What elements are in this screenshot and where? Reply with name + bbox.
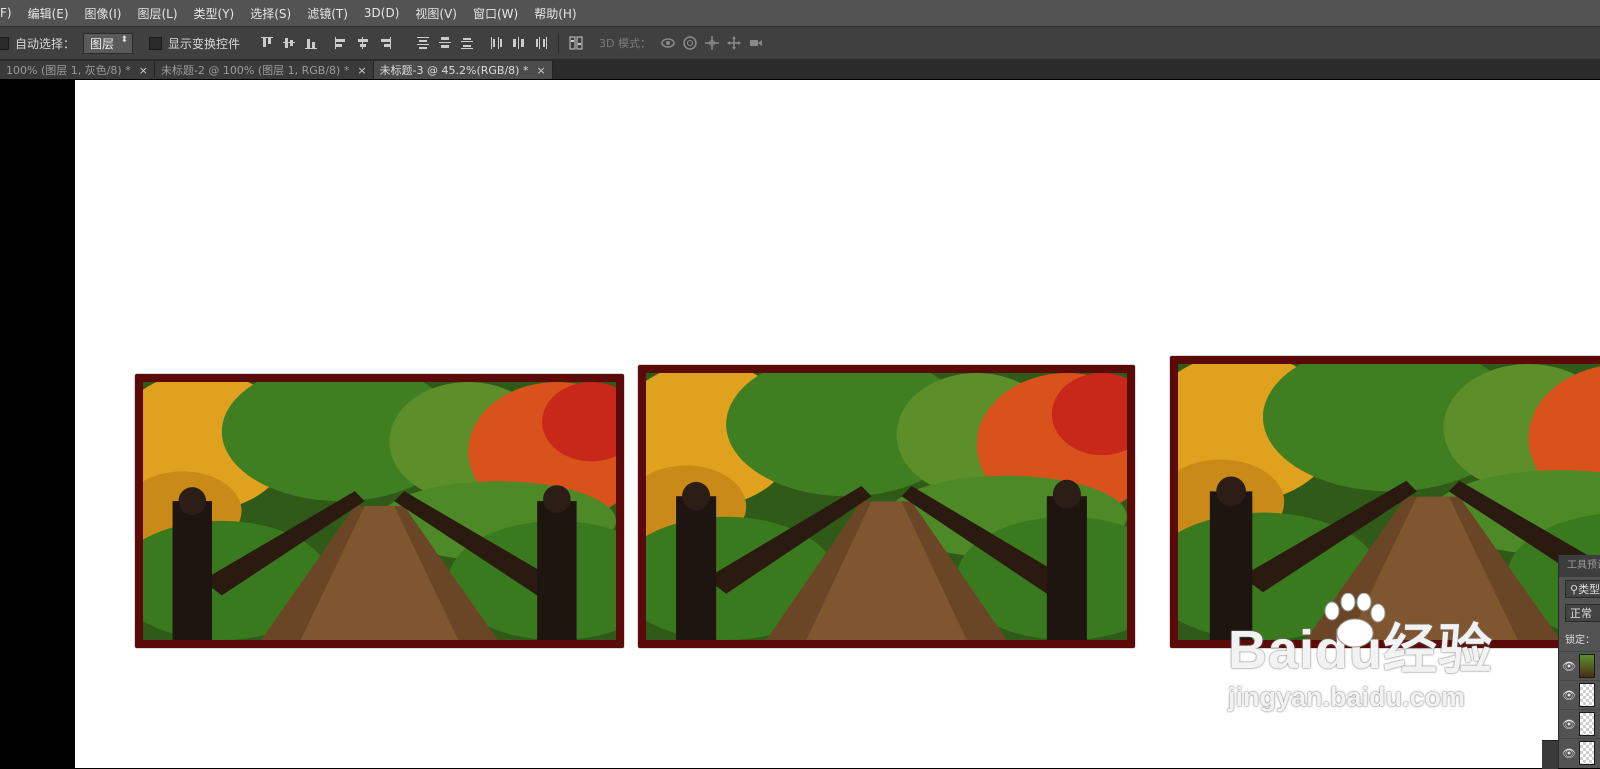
photo-frame-1[interactable] [135, 374, 624, 648]
filter-kind-label: 类型 [1578, 583, 1600, 596]
menu-help[interactable]: 帮助(H) [526, 5, 584, 22]
auto-select-dropdown[interactable]: 图层 [83, 32, 134, 54]
menu-image[interactable]: 图像(I) [77, 5, 130, 22]
tab-label: 100% (图层 1, 灰色/8) * [6, 64, 131, 77]
watermark-url: jingyan.baidu.com [1228, 682, 1466, 712]
3d-mode-label: 3D 模式： [599, 37, 652, 50]
bridge-photo [1178, 364, 1600, 640]
distribute-top-icon[interactable] [412, 32, 434, 54]
search-icon: ⚲ [1570, 582, 1579, 596]
close-icon[interactable]: × [139, 64, 148, 77]
align-bottom-icon[interactable] [300, 32, 322, 54]
3d-slide-icon[interactable] [723, 32, 745, 54]
options-bar: 自动选择： 图层 显示变换控件 3D 模式： [0, 27, 1600, 60]
tab-document-1[interactable]: 100% (图层 1, 灰色/8) * × [0, 61, 155, 79]
menu-filter[interactable]: 滤镜(T) [299, 5, 356, 22]
auto-select-checkbox[interactable] [0, 36, 9, 50]
menu-3d[interactable]: 3D(D) [356, 6, 407, 20]
tab-document-3[interactable]: 未标题-3 @ 45.2%(RGB/8) * × [373, 61, 553, 79]
layer-filter-search[interactable]: ⚲ 类型 [1565, 580, 1600, 598]
align-top-icon[interactable] [256, 32, 278, 54]
3d-pan-icon[interactable] [701, 32, 723, 54]
distribute-right-icon[interactable] [530, 32, 552, 54]
layer-thumbnail [1579, 683, 1595, 707]
distribute-vcenter-icon[interactable] [434, 32, 456, 54]
document-tabs: 100% (图层 1, 灰色/8) * × 未标题-2 @ 100% (图层 1… [0, 60, 1600, 79]
layer-row[interactable]: 👁 [1559, 651, 1600, 680]
close-icon[interactable]: × [536, 64, 545, 77]
layer-thumbnail [1579, 741, 1595, 765]
baidu-watermark: Baidu经验 jingyan.baidu.com [1228, 593, 1493, 713]
3d-roll-icon[interactable] [679, 32, 701, 54]
distribute-left-icon[interactable] [486, 32, 508, 54]
distribute-hcenter-icon[interactable] [508, 32, 530, 54]
eye-icon[interactable]: 👁 [1559, 747, 1579, 760]
align-right-icon[interactable] [374, 32, 396, 54]
auto-select-label: 自动选择： [15, 36, 76, 51]
menu-bar: F) 编辑(E) 图像(I) 图层(L) 类型(Y) 选择(S) 滤镜(T) 3… [0, 0, 1600, 27]
layer-row[interactable]: 👁 [1559, 680, 1600, 709]
distribute-bottom-icon[interactable] [456, 32, 478, 54]
eye-icon[interactable]: 👁 [1559, 718, 1579, 731]
bridge-photo [143, 382, 616, 640]
close-icon[interactable]: × [357, 64, 366, 77]
menu-view[interactable]: 视图(V) [407, 5, 465, 22]
layer-thumbnail [1579, 712, 1595, 736]
3d-camera-icon[interactable] [745, 32, 767, 54]
menu-file[interactable]: F) [0, 6, 20, 20]
menu-window[interactable]: 窗口(W) [465, 5, 526, 22]
photo-frame-2[interactable] [638, 365, 1135, 648]
tab-document-2[interactable]: 未标题-2 @ 100% (图层 1, RGB/8) * × [154, 61, 374, 79]
auto-align-icon[interactable] [565, 32, 587, 54]
layer-row[interactable]: 👁 [1559, 738, 1600, 767]
menu-select[interactable]: 选择(S) [242, 5, 299, 22]
eye-icon[interactable]: 👁 [1559, 660, 1579, 673]
lock-label: 锁定： [1565, 634, 1595, 646]
align-hcenter-icon[interactable] [352, 32, 374, 54]
show-transform-label: 显示变换控件 [168, 36, 241, 51]
menu-edit[interactable]: 编辑(E) [20, 5, 77, 22]
menu-layer[interactable]: 图层(L) [129, 5, 185, 22]
panel-header[interactable]: 工具预设 [1559, 555, 1600, 577]
tab-label: 未标题-2 @ 100% (图层 1, RGB/8) * [160, 64, 350, 77]
layers-panel: 工具预设 ⚲类型 正常 锁定： 👁 👁 👁 👁 [1558, 555, 1600, 768]
tab-label: 未标题-3 @ 45.2%(RGB/8) * [379, 64, 529, 77]
show-transform-checkbox[interactable] [149, 36, 163, 50]
eye-icon[interactable]: 👁 [1559, 689, 1579, 702]
paw-icon [1324, 593, 1386, 648]
blend-mode-select[interactable]: 正常 [1565, 604, 1600, 622]
layer-row[interactable]: 👁 [1559, 709, 1600, 738]
align-vcenter-icon[interactable] [278, 32, 300, 54]
layer-thumbnail [1579, 654, 1595, 678]
panel-collapse-strip[interactable] [1542, 740, 1558, 769]
menu-type[interactable]: 类型(Y) [186, 5, 243, 22]
bridge-photo [646, 373, 1127, 640]
3d-rotate-icon[interactable] [657, 32, 679, 54]
align-left-icon[interactable] [330, 32, 352, 54]
